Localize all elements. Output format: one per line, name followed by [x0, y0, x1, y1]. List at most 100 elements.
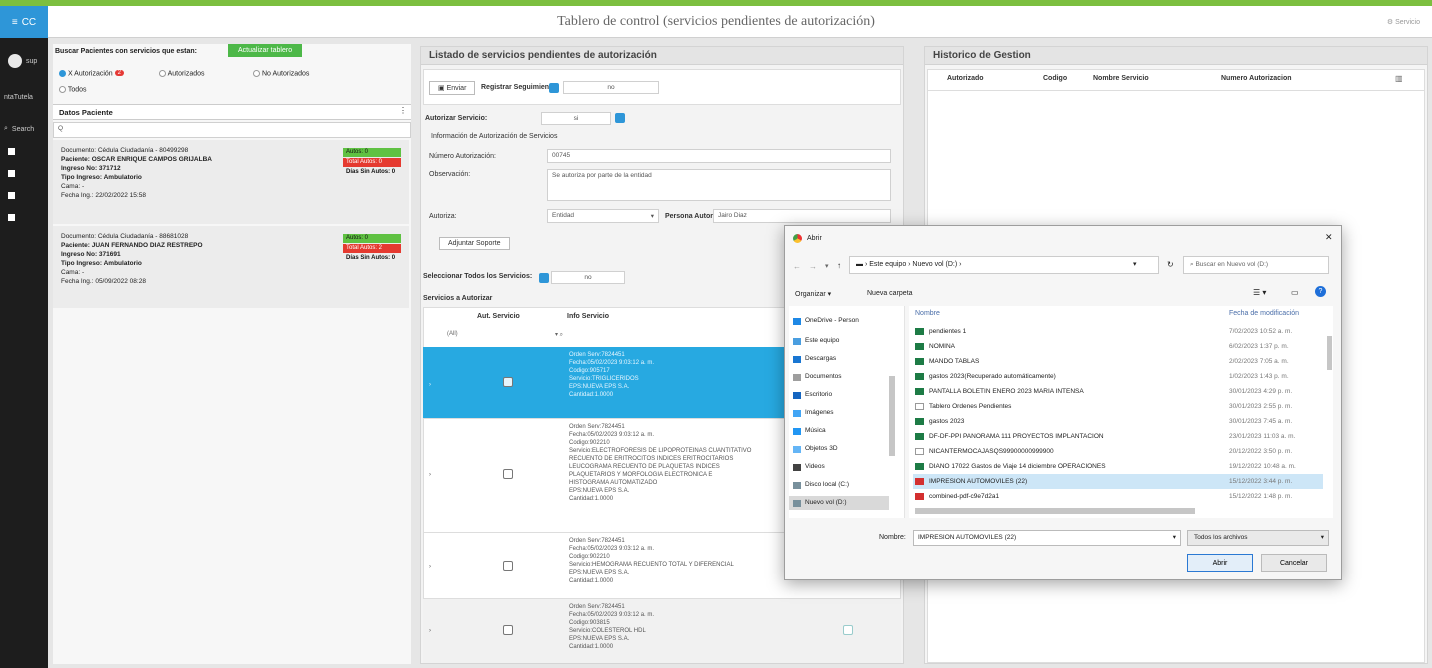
auth-checkbox[interactable] [615, 113, 625, 123]
address-bar[interactable]: ▬ › Este equipo › Nuevo vol (D:) › [849, 256, 1159, 274]
file-row-selected[interactable]: IMPRESION AUTOMOVILES (22) 15/12/2022 3:4… [913, 474, 1323, 489]
file-row[interactable]: gastos 2023(Recuperado automáticamente) 1… [913, 369, 1323, 384]
select-all-checkbox[interactable] [539, 273, 549, 283]
nav-history-icon[interactable]: ▾ [825, 262, 829, 270]
file-row[interactable]: PANTALLA BOLETIN ENERO 2023 MARIA INTENS… [913, 384, 1323, 399]
service-checkbox[interactable] [503, 561, 513, 571]
nav-back-icon[interactable]: ← [793, 262, 801, 271]
nav-item-pictures[interactable]: Imágenes [789, 406, 889, 420]
sidebar-item-home[interactable] [0, 140, 48, 162]
file-row[interactable]: DF-DF-PPI PANORAMA 111 PROYECTOS IMPLANT… [913, 429, 1323, 444]
new-folder-button[interactable]: Nueva carpeta [867, 290, 913, 297]
refresh-icon[interactable]: ↻ [1167, 260, 1174, 269]
header-right-link[interactable]: ⚙ Servicio [1387, 18, 1420, 26]
filter-all[interactable]: Todos [59, 86, 87, 93]
nav-item-this-pc[interactable]: Este equipo [789, 334, 889, 348]
organize-menu[interactable]: Organizar ▾ [795, 290, 831, 298]
seq-select[interactable]: no [563, 81, 659, 94]
file-date: 30/01/2023 2:55 p. m. [1229, 403, 1293, 410]
dialog-title: Abrir [807, 235, 822, 242]
patient-card-2[interactable]: Documento: Cédula Ciudadanía - 88681028 … [53, 226, 409, 308]
column-chooser-icon[interactable]: ▥ [1395, 74, 1403, 83]
search-files-input[interactable]: ⌕ Buscar en Nuevo vol (D:) [1183, 256, 1329, 274]
nav-scrollbar[interactable] [889, 376, 895, 456]
nav-item-3d-objects[interactable]: Objetos 3D [789, 442, 889, 456]
service-checkbox[interactable] [503, 625, 513, 635]
filter-authorized[interactable]: Autorizados [159, 70, 205, 77]
close-icon[interactable]: ✕ [1325, 232, 1333, 243]
nav-up-icon[interactable]: ↑ [837, 261, 841, 270]
service-icon: ⚙ [1386, 19, 1396, 26]
grid-filter-all[interactable]: (All) [447, 331, 458, 337]
col-numero-autorizacion[interactable]: Numero Autorizacion [1221, 75, 1292, 82]
nav-item-videos[interactable]: Videos [789, 460, 889, 474]
file-type-value: Todos los archivos [1194, 534, 1248, 541]
nav-item-disk-d[interactable]: Nuevo vol (D:) [789, 496, 889, 510]
file-row[interactable]: DIANO 17022 Gastos de Viaje 14 diciembre… [913, 459, 1323, 474]
file-row[interactable]: pendientes 1 7/02/2023 10:52 a. m. [913, 324, 1323, 339]
file-row[interactable]: NICANTERMOCAJASQS99900000999900 20/12/202… [913, 444, 1323, 459]
days-without-autos: Días Sin Autos: 0 [346, 255, 396, 261]
nav-item-documents[interactable]: Documentos [789, 370, 889, 384]
file-row[interactable]: Tablero Ordenes Pendientes 30/01/2023 2:5… [913, 399, 1323, 414]
extra-checkbox[interactable] [843, 625, 853, 635]
nav-forward-icon[interactable]: → [809, 262, 817, 271]
nav-item-disk-c[interactable]: Disco local (C:) [789, 478, 889, 492]
patient-search-input[interactable]: Q [53, 122, 411, 138]
nav-item-downloads[interactable]: Descargas [789, 352, 889, 366]
nav-item-desktop[interactable]: Escritorio [789, 388, 889, 402]
col-autorizado[interactable]: Autorizado [947, 75, 984, 82]
filename-input[interactable]: IMPRESION AUTOMOVILES (22) ▾ [913, 530, 1181, 546]
col-codigo[interactable]: Codigo [1043, 75, 1067, 82]
filter-pending[interactable]: X Autorización 2 [59, 70, 124, 77]
sidebar-item-folder-1[interactable] [0, 162, 48, 184]
address-dropdown-icon[interactable]: ▾ [1133, 260, 1137, 268]
patient-card-1[interactable]: Documento: Cédula Ciudadanía - 80499298 … [53, 140, 409, 224]
service-row-4[interactable]: › Orden Serv:7824451 Fecha:05/02/2023 9:0… [423, 599, 901, 663]
select-all-select[interactable]: no [551, 271, 625, 284]
avatar [8, 54, 22, 68]
sidebar-item-tutela[interactable]: ntaTutela [0, 86, 48, 108]
seq-checkbox[interactable] [549, 83, 559, 93]
autoriza-select[interactable]: Entidad ▾ [547, 209, 659, 223]
nav-item-label: Videos [805, 463, 825, 470]
filter-not-authorized[interactable]: No Autorizados [253, 70, 309, 77]
col-name-header[interactable]: Nombre [915, 310, 940, 317]
sidebar-item-folder-2[interactable] [0, 184, 48, 206]
grid-filter-search-icon[interactable]: ▾ ⌕ [555, 331, 563, 339]
attach-support-button[interactable]: Adjuntar Soporte [439, 237, 510, 250]
service-checkbox[interactable] [503, 377, 513, 387]
file-row[interactable]: MANDO TABLAS 2/02/2023 7:05 a. m. [913, 354, 1323, 369]
observation-textarea[interactable]: Se autoriza por parte de la entidad [547, 169, 891, 201]
col-header-aut[interactable]: Aut. Servicio [477, 313, 520, 320]
refresh-board-button[interactable]: Actualizar tablero [228, 44, 303, 57]
auth-label: Autorizar Servicio: [425, 115, 488, 122]
auth-number-input[interactable]: 00745 [547, 149, 891, 163]
help-icon[interactable]: ? [1315, 286, 1326, 297]
persona-input[interactable]: Jairo Diaz [713, 209, 891, 223]
sidebar-item-folder-3[interactable] [0, 206, 48, 228]
file-list-hscrollbar[interactable] [915, 508, 1195, 514]
cancel-button[interactable]: Cancelar [1261, 554, 1327, 572]
file-row[interactable]: combined-pdf-c9e7d2a1 15/12/2022 1:48 p. … [913, 489, 1323, 504]
sidebar-user[interactable]: sup [0, 50, 48, 72]
send-button[interactable]: ▣ Enviar [429, 81, 476, 95]
col-date-header[interactable]: Fecha de modificación [1229, 310, 1299, 317]
preview-pane-icon[interactable]: ▭ [1291, 288, 1299, 297]
sidebar-search[interactable]: ⌕ Search [0, 118, 48, 140]
file-row[interactable]: NOMINA 6/02/2023 1:37 p. m. [913, 339, 1323, 354]
service-checkbox[interactable] [503, 469, 513, 479]
file-list-scrollbar[interactable] [1327, 336, 1332, 370]
col-nombre-servicio[interactable]: Nombre Servicio [1093, 75, 1149, 82]
open-button[interactable]: Abrir [1187, 554, 1253, 572]
file-type-select[interactable]: Todos los archivos ▾ [1187, 530, 1329, 546]
more-options-icon[interactable]: ⋮ [399, 106, 407, 115]
search-icon: ⌕ [4, 125, 8, 132]
menu-toggle-button[interactable]: ≡ CC [0, 6, 48, 38]
nav-item-onedrive[interactable]: OneDrive - Person [789, 314, 889, 328]
view-options-icon[interactable]: ☰ ▾ [1253, 288, 1266, 297]
col-header-info[interactable]: Info Servicio [567, 313, 609, 320]
auth-select[interactable]: si [541, 112, 611, 125]
file-row[interactable]: gastos 2023 30/01/2023 7:45 a. m. [913, 414, 1323, 429]
nav-item-music[interactable]: Música [789, 424, 889, 438]
